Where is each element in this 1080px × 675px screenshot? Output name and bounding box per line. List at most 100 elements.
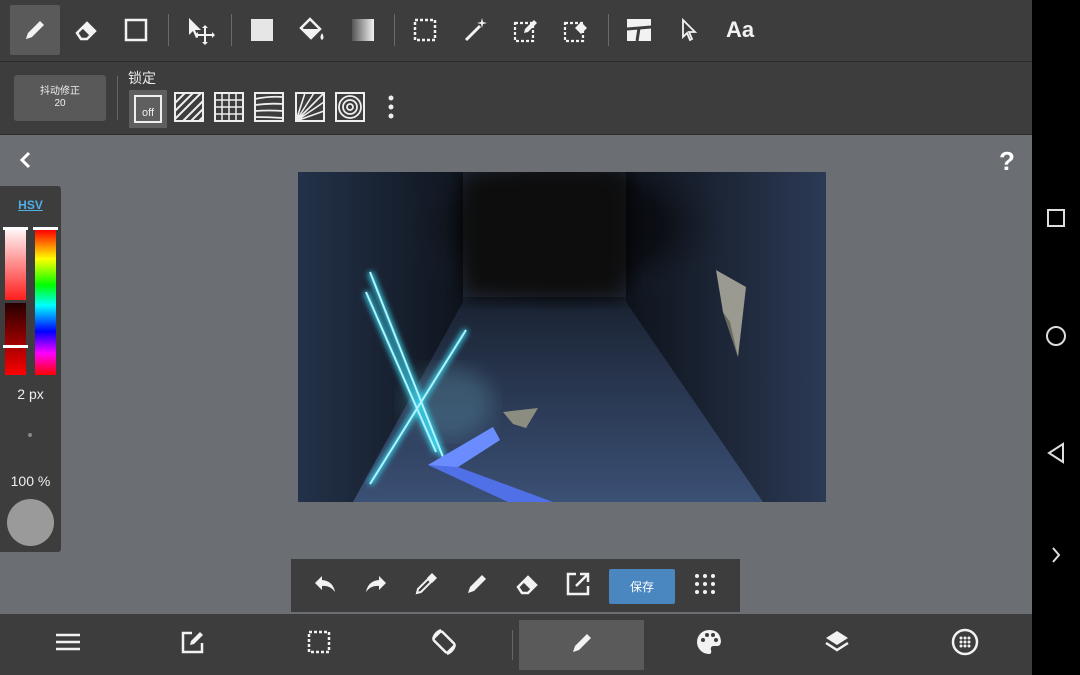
brush-size-value[interactable]: 2 px <box>0 386 61 402</box>
current-color-swatch[interactable] <box>7 499 54 546</box>
pen-icon <box>569 630 595 661</box>
redo-icon <box>363 573 389 600</box>
gradient-tool-button[interactable] <box>338 5 388 55</box>
help-button[interactable]: ? <box>994 146 1020 176</box>
grid-icon <box>214 91 244 127</box>
triangle-back-icon <box>1045 441 1067 469</box>
move-arrow-icon <box>185 15 215 45</box>
saturation-handle[interactable] <box>3 227 28 230</box>
share-button[interactable] <box>561 569 595 603</box>
menu-button[interactable] <box>5 614 130 675</box>
more-actions-button[interactable] <box>688 569 722 603</box>
toolbar-divider <box>168 14 169 46</box>
eraser-tool-button[interactable] <box>61 5 111 55</box>
stabilizer-value: 20 <box>54 98 66 109</box>
grid-ruler-button[interactable] <box>210 90 248 128</box>
hue-handle[interactable] <box>33 227 58 230</box>
brush-size-preview <box>28 433 32 437</box>
circle-icon <box>1045 325 1067 352</box>
chevron-right-icon <box>1049 545 1063 570</box>
back-button[interactable] <box>1044 441 1068 469</box>
redo-button[interactable] <box>359 569 393 603</box>
top-toolbar: Aa <box>0 0 1032 62</box>
parallel-lines-icon <box>174 91 204 127</box>
bucket-tool-button[interactable] <box>287 5 337 55</box>
color-menu-button[interactable] <box>646 614 771 675</box>
magic-wand-icon <box>462 16 490 44</box>
radial-lines-icon <box>295 91 325 127</box>
ruler-off-button[interactable]: off <box>129 90 167 128</box>
square-icon <box>1046 208 1066 233</box>
ruler-off-label: off <box>134 95 162 123</box>
drawing-canvas[interactable] <box>298 172 826 502</box>
pen-tool-button[interactable] <box>10 5 60 55</box>
chevron-left-icon <box>14 151 38 176</box>
more-options-button[interactable] <box>372 90 410 128</box>
select-pen-tool-button[interactable] <box>501 5 551 55</box>
layers-icon <box>823 628 851 661</box>
concentric-ruler-button[interactable] <box>331 90 369 128</box>
text-tool-button[interactable]: Aa <box>715 5 765 55</box>
selection-menu-button[interactable] <box>256 614 381 675</box>
rotate-canvas-button[interactable] <box>381 614 506 675</box>
expand-button[interactable] <box>1044 545 1068 569</box>
dotted-select-icon <box>412 17 438 43</box>
edit-icon <box>180 629 206 660</box>
operation-tool-button[interactable] <box>664 5 714 55</box>
eraser-icon <box>514 571 540 602</box>
magic-wand-tool-button[interactable] <box>451 5 501 55</box>
brush-menu-button[interactable] <box>519 620 644 670</box>
more-vertical-icon <box>387 94 395 125</box>
quick-eraser-button[interactable] <box>510 569 544 603</box>
bottom-nav-bar <box>0 614 1032 675</box>
undo-icon <box>312 573 338 600</box>
move-tool-button[interactable] <box>175 5 225 55</box>
color-panel: HSV 2 px 100 % <box>0 186 61 552</box>
toolbar-divider <box>394 14 395 46</box>
nav-divider <box>512 630 513 660</box>
eyedropper-button[interactable] <box>409 569 443 603</box>
select-eraser-tool-button[interactable] <box>551 5 601 55</box>
recents-button[interactable] <box>1044 208 1068 232</box>
layers-button[interactable] <box>774 614 899 675</box>
saturation-slider[interactable] <box>5 230 26 300</box>
value-handle[interactable] <box>3 345 28 348</box>
shape-tool-button[interactable] <box>111 5 161 55</box>
toolbar-divider <box>231 14 232 46</box>
select-pen-icon <box>512 16 540 44</box>
hue-slider[interactable] <box>35 230 56 375</box>
lock-label: 锁定 <box>128 70 156 86</box>
stabilizer-label: 抖动修正 <box>40 86 80 97</box>
material-button[interactable] <box>902 614 1027 675</box>
opacity-value[interactable]: 100 % <box>0 473 61 489</box>
value-slider[interactable] <box>5 303 26 375</box>
home-button[interactable] <box>1044 325 1068 352</box>
frame-divider-tool-button[interactable] <box>614 5 664 55</box>
fill-rect-tool-button[interactable] <box>237 5 287 55</box>
undo-button[interactable] <box>308 569 342 603</box>
paint-bucket-icon <box>298 16 326 44</box>
select-rect-tool-button[interactable] <box>400 5 450 55</box>
eraser-icon <box>73 17 99 43</box>
frame-divider-icon <box>625 16 653 44</box>
save-button[interactable]: 保存 <box>609 569 675 604</box>
stabilizer-button[interactable]: 抖动修正 20 <box>14 75 106 121</box>
hamburger-icon <box>55 632 81 657</box>
dotted-select-icon <box>306 629 332 660</box>
quick-pen-button[interactable] <box>460 569 494 603</box>
collapse-panel-button[interactable] <box>14 148 38 172</box>
parallel-ruler-button[interactable] <box>170 90 208 128</box>
quick-action-bar: 保存 <box>291 559 740 612</box>
edit-button[interactable] <box>130 614 255 675</box>
perspective-ruler-button[interactable] <box>250 90 288 128</box>
toolbar-divider <box>608 14 609 46</box>
cursor-icon <box>677 18 701 42</box>
radial-ruler-button[interactable] <box>291 90 329 128</box>
eyedropper-icon <box>413 571 439 602</box>
palette-icon <box>695 628 723 661</box>
material-dots-icon <box>951 628 979 661</box>
perspective-lines-icon <box>254 91 284 127</box>
color-mode-link[interactable]: HSV <box>0 198 61 212</box>
text-tool-label: Aa <box>725 17 755 42</box>
pen-icon <box>22 17 48 43</box>
